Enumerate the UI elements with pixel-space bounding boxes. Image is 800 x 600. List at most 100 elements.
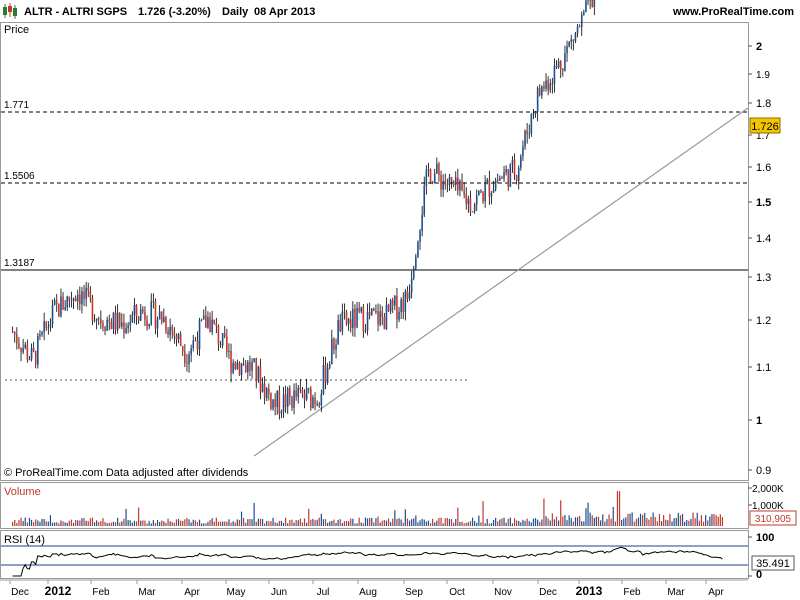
stock-chart: ALTR - ALTRI SGPS 1.726 (-3.20%) Daily 0… [0, 0, 800, 600]
volume-bar [148, 520, 150, 526]
volume-bar [287, 523, 289, 526]
price-tick: 1.8 [756, 98, 771, 110]
volume-bar [171, 521, 173, 526]
volume-bar [660, 521, 663, 526]
volume-bar [438, 517, 440, 526]
volume-bar [331, 520, 333, 526]
candle-body [242, 363, 245, 365]
candle-body [373, 308, 375, 312]
volume-bar [335, 522, 337, 526]
volume-bar [297, 520, 299, 526]
candle-body [93, 320, 96, 322]
candle-body [345, 311, 348, 324]
candle-body [41, 332, 43, 335]
candle-body [347, 319, 350, 324]
candle-body [278, 390, 281, 414]
x-tick-label: Apr [184, 587, 200, 598]
candle-body [236, 362, 239, 369]
volume-bar [553, 519, 556, 526]
candle-body [526, 130, 528, 135]
volume-bar [652, 512, 654, 526]
candle-body [43, 321, 45, 333]
candle-body [133, 304, 136, 315]
candle-body [520, 156, 522, 168]
candle-body [574, 33, 577, 42]
volume-bar [224, 521, 226, 526]
volume-bar [692, 512, 694, 526]
candle-body [127, 325, 129, 329]
volume-bar [37, 520, 39, 526]
candle-body [139, 309, 142, 321]
volume-bar [257, 518, 259, 526]
candle-body [532, 113, 535, 115]
volume-bar [303, 518, 306, 526]
candle-body [286, 388, 289, 407]
candle-body [496, 180, 499, 182]
volume-bar [408, 520, 411, 526]
volume-bar [337, 519, 339, 526]
candle-body [446, 184, 449, 186]
volume-bar [364, 517, 367, 526]
volume-bar [228, 519, 230, 526]
volume-bar [717, 516, 719, 526]
volume-bar [299, 518, 301, 526]
candle-body [85, 287, 87, 299]
volume-bar [604, 521, 606, 526]
volume-bar [383, 519, 385, 526]
candle-body [234, 362, 237, 369]
candle-body [123, 322, 125, 333]
candle-body [339, 320, 342, 332]
volume-bar [642, 514, 644, 526]
volume-bar [480, 522, 482, 526]
candle-body [55, 300, 58, 304]
site-link[interactable]: www.ProRealTime.com [672, 6, 794, 18]
volume-bar [112, 521, 115, 526]
volume-bar [293, 522, 295, 526]
volume-bar [318, 517, 320, 526]
candle-body [562, 69, 564, 71]
candle-body [32, 347, 35, 352]
candle-body [467, 198, 470, 205]
level-label-1771: 1.771 [4, 100, 29, 111]
candle-body [431, 182, 434, 183]
volume-bar [400, 519, 402, 526]
candle-body [198, 320, 201, 350]
volume-bar [156, 519, 159, 526]
candle-body [154, 301, 157, 329]
x-tick-label: Mar [667, 587, 685, 598]
volume-bar [205, 523, 207, 526]
volume-bar [513, 518, 516, 526]
volume-bar [138, 507, 140, 526]
rsi-current: 35.491 [756, 558, 790, 570]
volume-bar [501, 518, 503, 526]
volume-bar [581, 521, 583, 526]
volume-bar [492, 519, 495, 526]
candle-body [87, 287, 90, 291]
candle-body [494, 180, 497, 190]
candle-body [209, 316, 211, 333]
candle-body [83, 291, 85, 299]
volume-bar [696, 512, 698, 526]
volume-bar [446, 517, 448, 526]
volume-bar [562, 516, 564, 526]
volume-bar [654, 517, 656, 526]
volume-bar [404, 509, 406, 526]
candle-body [205, 315, 207, 328]
candle-body [375, 311, 377, 312]
volume-bar [182, 520, 184, 526]
volume-bar [161, 520, 163, 526]
volume-bar [711, 514, 713, 526]
candle-body [249, 361, 251, 371]
volume-bar [541, 519, 543, 526]
candle-body [253, 358, 255, 362]
candle-body [219, 344, 222, 346]
volume-bar [89, 518, 91, 526]
volume-bar [509, 517, 511, 526]
volume-bar [721, 517, 724, 526]
candle-body [192, 340, 195, 349]
candle-body [125, 328, 127, 333]
volume-bar [217, 521, 220, 526]
candle-body [64, 307, 66, 310]
volume-bar [190, 522, 192, 526]
volume-bar [675, 517, 677, 526]
